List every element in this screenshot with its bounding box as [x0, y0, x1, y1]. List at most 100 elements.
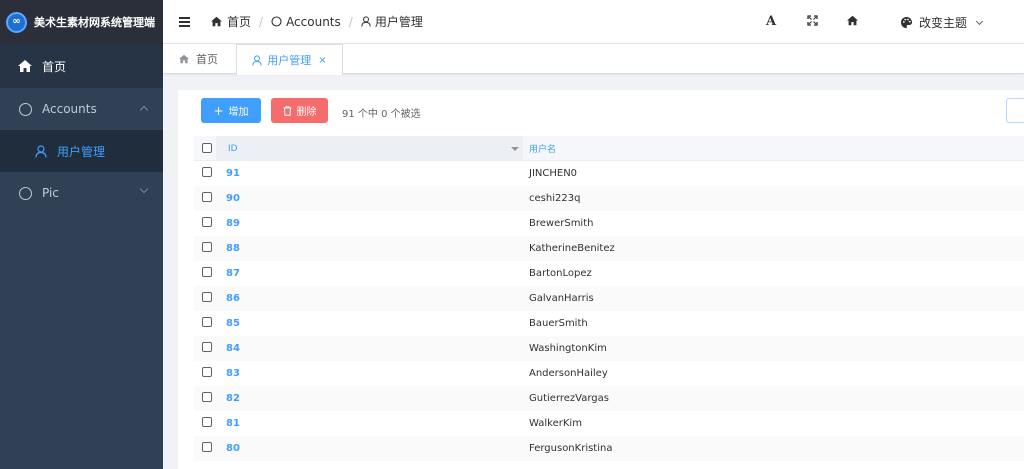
table-header: ID 用户名 — [194, 136, 1024, 161]
sort-caret-icon[interactable] — [511, 147, 519, 151]
username-cell: WalkerKim — [529, 418, 582, 429]
user-id-link[interactable]: 89 — [226, 218, 240, 229]
row-checkbox[interactable] — [202, 267, 212, 277]
sidebar-item-home[interactable]: 首页 — [0, 44, 163, 88]
select-all-checkbox[interactable] — [202, 143, 212, 153]
column-header-id[interactable]: ID — [216, 136, 523, 161]
user-id-link[interactable]: 90 — [226, 193, 240, 204]
row-checkbox[interactable] — [202, 242, 212, 252]
table-body: 91 JINCHEN0 90 ceshi223q 89 BrewerSmith 88 Kath… — [194, 161, 1024, 461]
circle-icon — [271, 16, 282, 27]
delete-button[interactable]: 删除 — [271, 98, 328, 123]
logo-bar: ∞ 美术生素材网系统管理端 — [0, 0, 163, 44]
breadcrumb: 首页 / Accounts / 用户管理 — [210, 13, 423, 30]
username-cell: GalvanHarris — [529, 293, 594, 304]
chevron-up-icon — [139, 105, 149, 115]
sidebar-item-user-management[interactable]: 用户管理 — [0, 130, 163, 172]
username-cell: GutierrezVargas — [529, 393, 609, 404]
close-icon[interactable]: × — [318, 55, 326, 66]
row-checkbox[interactable] — [202, 167, 212, 177]
selection-info: 91 个中 0 个被选 — [342, 109, 421, 120]
logo-icon: ∞ — [6, 11, 27, 33]
breadcrumb-separator: / — [259, 14, 264, 29]
tag-home[interactable]: 首页 — [178, 44, 218, 74]
chevron-down-icon — [975, 17, 984, 25]
table-row[interactable]: 88 KatherineBenitez — [194, 236, 1024, 261]
username-cell: KatherineBenitez — [529, 243, 615, 254]
row-checkbox[interactable] — [202, 392, 212, 402]
breadcrumb-accounts[interactable]: Accounts — [271, 15, 341, 29]
username-cell: BartonLopez — [529, 268, 592, 279]
username-cell: BrewerSmith — [529, 218, 594, 229]
sidebar-item-label: 用户管理 — [57, 144, 106, 159]
refresh-button[interactable] — [1006, 98, 1024, 123]
row-checkbox[interactable] — [202, 292, 212, 302]
sidebar-item-accounts[interactable]: Accounts — [0, 88, 163, 130]
username-cell: BauerSmith — [529, 318, 588, 329]
fullscreen-icon[interactable] — [807, 15, 818, 30]
row-checkbox[interactable] — [202, 192, 212, 202]
table-row[interactable]: 91 JINCHEN0 — [194, 161, 1024, 186]
breadcrumb-label: 用户管理 — [374, 15, 423, 29]
theme-label: 改变主题 — [919, 16, 968, 30]
sidebar: ∞ 美术生素材网系统管理端 首页 Accounts 用户管理 Pic — [0, 0, 163, 469]
table-row[interactable]: 89 BrewerSmith — [194, 211, 1024, 236]
user-id-link[interactable]: 81 — [226, 418, 240, 429]
app-title: 美术生素材网系统管理端 — [34, 16, 155, 29]
sidebar-item-label: 首页 — [42, 59, 67, 74]
username-cell: FergusonKristina — [529, 443, 613, 454]
user-id-link[interactable]: 85 — [226, 318, 240, 329]
table-row[interactable]: 84 WashingtonKim — [194, 336, 1024, 361]
plus-icon: + — [213, 103, 224, 118]
row-checkbox[interactable] — [202, 342, 212, 352]
user-id-link[interactable]: 84 — [226, 343, 240, 354]
user-id-link[interactable]: 86 — [226, 293, 240, 304]
trash-icon — [283, 105, 291, 116]
row-checkbox[interactable] — [202, 417, 212, 427]
table-row[interactable]: 86 GalvanHarris — [194, 286, 1024, 311]
hamburger-icon[interactable] — [179, 16, 190, 27]
home-icon — [211, 16, 222, 27]
theme-dropdown[interactable]: 改变主题 — [900, 14, 984, 31]
breadcrumb-user-management: 用户管理 — [361, 13, 423, 30]
user-id-link[interactable]: 87 — [226, 268, 240, 279]
sidebar-item-label: Accounts — [42, 102, 97, 116]
chevron-down-icon — [139, 184, 149, 194]
home-icon — [179, 54, 189, 64]
home-icon[interactable] — [846, 15, 859, 30]
row-checkbox[interactable] — [202, 317, 212, 327]
add-button[interactable]: + 增加 — [201, 98, 261, 123]
username-cell: AndersonHailey — [529, 368, 608, 379]
table-row[interactable]: 80 FergusonKristina — [194, 436, 1024, 461]
tag-label: 首页 — [196, 53, 218, 66]
table-row[interactable]: 87 BartonLopez — [194, 261, 1024, 286]
row-checkbox[interactable] — [202, 442, 212, 452]
font-size-icon[interactable]: A — [766, 14, 776, 29]
breadcrumb-home[interactable]: 首页 — [210, 13, 251, 30]
table-row[interactable]: 90 ceshi223q — [194, 186, 1024, 211]
row-checkbox[interactable] — [202, 217, 212, 227]
table-row[interactable]: 83 AndersonHailey — [194, 361, 1024, 386]
username-cell: JINCHEN0 — [529, 168, 578, 179]
user-id-link[interactable]: 83 — [226, 368, 240, 379]
user-icon — [361, 16, 371, 27]
home-icon — [17, 58, 33, 74]
table-row[interactable]: 82 GutierrezVargas — [194, 386, 1024, 411]
user-icon — [33, 143, 49, 159]
user-id-link[interactable]: 88 — [226, 243, 240, 254]
circle-icon — [17, 101, 33, 117]
user-id-link[interactable]: 82 — [226, 393, 240, 404]
sidebar-item-label: Pic — [42, 186, 59, 200]
row-checkbox[interactable] — [202, 367, 212, 377]
user-id-link[interactable]: 91 — [226, 168, 240, 179]
user-icon — [252, 54, 262, 66]
table-row[interactable]: 81 WalkerKim — [194, 411, 1024, 436]
user-id-link[interactable]: 80 — [226, 443, 240, 454]
palette-icon — [901, 17, 912, 28]
table-row[interactable]: 85 BauerSmith — [194, 311, 1024, 336]
breadcrumb-label: 首页 — [227, 15, 252, 29]
column-header-username[interactable]: 用户名 — [529, 136, 556, 161]
sidebar-item-pic[interactable]: Pic — [0, 172, 163, 214]
circle-icon — [17, 185, 33, 201]
tag-user-management[interactable]: 用户管理 × — [236, 44, 343, 75]
